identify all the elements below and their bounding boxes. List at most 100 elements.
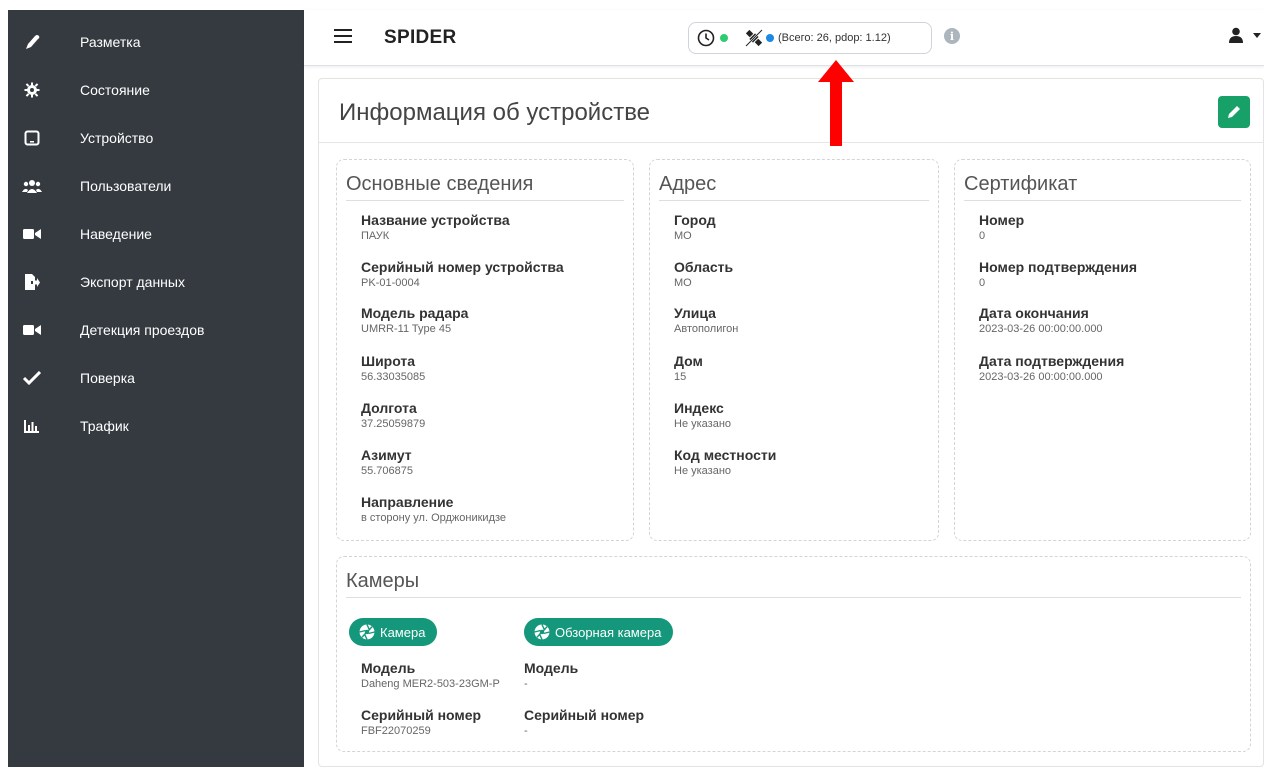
bar-chart-icon (22, 416, 42, 436)
field-label: Дом (674, 353, 703, 369)
section-divider (964, 200, 1241, 201)
sidebar-item-label: Трафик (80, 418, 129, 434)
sidebar-item-label: Пользователи (80, 178, 172, 194)
sidebar-item-traffic[interactable]: Трафик (8, 406, 304, 446)
field-label: Дата подтверждения (979, 353, 1125, 369)
field-cert-number: Номер 0 (979, 212, 1024, 243)
sidebar-item-markup[interactable]: Разметка (8, 22, 304, 62)
clock-icon (697, 29, 715, 47)
gear-icon (22, 80, 42, 100)
sidebar-item-label: Разметка (80, 34, 141, 50)
field-device-name: Название устройства ПАУК (361, 212, 510, 243)
field-value: 15 (674, 371, 687, 383)
field-value: - (524, 678, 528, 690)
field-azimuth: Азимут 55.706875 (361, 447, 413, 478)
field-house: Дом 15 (674, 353, 703, 384)
brand-title: SPIDER (384, 27, 457, 48)
main-info-section: Основные сведения Название устройства ПАУ… (336, 159, 634, 541)
satellite-status-dot (766, 34, 774, 42)
sidebar-item-users[interactable]: Пользователи (8, 166, 304, 206)
sidebar-item-label: Поверка (80, 370, 135, 386)
field-value: 55.706875 (361, 465, 413, 477)
gnss-status-indicator[interactable]: (Всего: 26, pdop: 1.12) (688, 22, 932, 54)
field-value: Daheng MER2-503-23GM-P (361, 678, 500, 690)
aperture-icon (534, 624, 550, 640)
info-icon[interactable]: i (944, 28, 960, 44)
annotation-arrow-icon (818, 60, 854, 146)
field-longitude: Долгота 37.25059879 (361, 400, 425, 431)
menu-toggle-icon[interactable] (334, 29, 352, 43)
field-label: Направление (361, 494, 454, 510)
field-locality-code: Код местности Не указано (674, 447, 776, 478)
pencil-icon (1226, 104, 1242, 120)
video-icon (22, 320, 42, 340)
edit-button[interactable] (1218, 96, 1250, 128)
field-label: Номер подтверждения (979, 259, 1138, 275)
field-value: ПАУК (361, 230, 390, 242)
field-label: Название устройства (361, 212, 510, 228)
sidebar-item-device[interactable]: Устройство (8, 118, 304, 158)
user-icon (1229, 27, 1243, 43)
field-confirmation-number: Номер подтверждения 0 (979, 259, 1137, 290)
sidebar-item-verification[interactable]: Поверка (8, 358, 304, 398)
device-info-card: Информация об устройстве Основные сведен… (318, 78, 1264, 767)
certificate-section: Сертификат Номер 0 Номер подтверждения 0 Д… (954, 159, 1251, 541)
field-value: 0 (979, 277, 986, 289)
field-label: Дата окончания (979, 305, 1089, 321)
field-overview-camera-model: Модель - (524, 660, 578, 691)
field-label: Серийный номер (361, 707, 482, 723)
field-value: Не указано (674, 418, 732, 430)
field-label: Модель (524, 660, 579, 676)
camera-button-overview[interactable]: Обзорная камера (524, 618, 674, 646)
sidebar-item-status[interactable]: Состояние (8, 70, 304, 110)
video-icon (22, 224, 42, 244)
field-value: UMRR-11 Type 45 (361, 323, 452, 335)
users-icon (22, 176, 42, 196)
sidebar-item-label: Состояние (80, 82, 150, 98)
field-camera-model: Модель Daheng MER2-503-23GM-P (361, 660, 500, 691)
field-value: 2023-03-26 00:00:00.000 (979, 371, 1103, 383)
field-region: Область МО (674, 259, 733, 290)
field-value: 2023-03-26 00:00:00.000 (979, 323, 1103, 335)
satellite-icon (744, 28, 764, 48)
sidebar-item-label: Наведение (80, 226, 152, 242)
field-serial-number: Серийный номер устройства PK-01-0004 (361, 259, 564, 290)
top-bar: SPIDER (Всего: 26, pdop: 1.12) i (304, 10, 1264, 66)
field-value: Не указано (674, 465, 732, 477)
field-value: 56.33035085 (361, 371, 426, 383)
cameras-section: Камеры Камера Обзорная камера Модель Dahe… (336, 556, 1251, 752)
tablet-icon (22, 128, 42, 148)
sidebar-item-aiming[interactable]: Наведение (8, 214, 304, 254)
field-label: Азимут (361, 447, 412, 463)
satellite-count-text: (Всего: 26, pdop: 1.12) (778, 32, 891, 44)
title-divider (319, 142, 1264, 143)
field-label: Улица (674, 305, 716, 321)
field-city: Город МО (674, 212, 716, 243)
camera-button-label: Обзорная камера (555, 624, 662, 640)
section-title: Адрес (659, 173, 717, 195)
field-value: МО (674, 230, 692, 242)
field-latitude: Широта 56.33035085 (361, 353, 425, 384)
field-value: - (524, 725, 528, 737)
camera-button-main[interactable]: Камера (349, 618, 438, 646)
field-value: в сторону ул. Орджоникидзе (361, 512, 507, 524)
user-menu[interactable] (1229, 27, 1261, 43)
field-direction: Направление в сторону ул. Орджоникидзе (361, 494, 506, 525)
field-label: Номер (979, 212, 1025, 228)
field-label: Серийный номер (524, 707, 645, 723)
field-label: Код местности (674, 447, 777, 463)
check-icon (22, 368, 42, 388)
field-label: Область (674, 259, 734, 275)
sidebar-item-detection[interactable]: Детекция проездов (8, 310, 304, 350)
section-title: Основные сведения (346, 173, 534, 195)
sidebar-item-label: Экспорт данных (80, 274, 185, 290)
field-expiry-date: Дата окончания 2023-03-26 00:00:00.000 (979, 305, 1103, 336)
aperture-icon (359, 624, 375, 640)
caret-down-icon (1253, 32, 1261, 38)
field-overview-camera-serial: Серийный номер - (524, 707, 644, 738)
sidebar-item-export[interactable]: Экспорт данных (8, 262, 304, 302)
field-label: Модель радара (361, 305, 469, 321)
field-value: МО (674, 277, 692, 289)
field-value: 37.25059879 (361, 418, 426, 430)
file-export-icon (22, 272, 42, 292)
